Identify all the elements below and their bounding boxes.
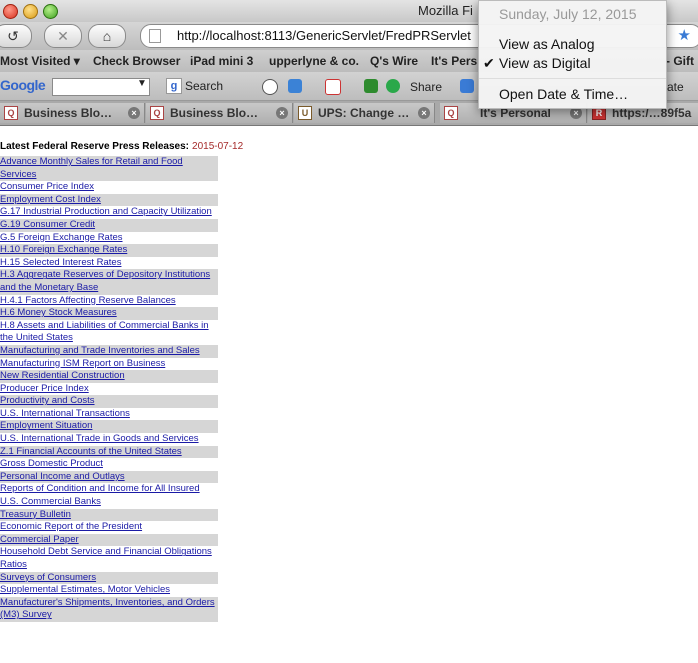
page-content: Latest Federal Reserve Press Releases: 20… [0, 126, 698, 663]
release-link[interactable]: U.S. International Transactions [0, 407, 218, 421]
release-link[interactable]: H.10 Foreign Exchange Rates [0, 244, 218, 257]
tab-business-blog-2[interactable]: Q Business Blo… × [146, 103, 293, 123]
zoom-window-button[interactable] [43, 4, 58, 19]
release-link[interactable]: Consumer Price Index [0, 181, 218, 194]
gmail-icon[interactable] [325, 79, 341, 95]
tab-favicon-icon: U [298, 106, 312, 120]
bookmark-most-visited[interactable]: Most Visited ▾ [0, 54, 80, 68]
release-link[interactable]: Advance Monthly Sales for Retail and Foo… [0, 156, 218, 182]
tab-favicon-icon: Q [4, 106, 18, 120]
menu-separator [479, 78, 666, 79]
release-link[interactable]: H.15 Selected Interest Rates [0, 256, 218, 270]
release-link[interactable]: Productivity and Costs [0, 395, 218, 408]
clock-icon[interactable] [262, 79, 278, 95]
tab-label: Business Blo… [24, 106, 113, 120]
releases-heading: Latest Federal Reserve Press Releases: 20… [0, 141, 243, 152]
release-list: Advance Monthly Sales for Retail and Foo… [0, 156, 218, 622]
release-link[interactable]: Supplemental Estimates, Motor Vehicles [0, 584, 218, 597]
tab-favicon-icon: Q [444, 106, 458, 120]
close-tab-icon[interactable]: × [418, 107, 430, 119]
tab-business-blog-1[interactable]: Q Business Blo… × [0, 103, 145, 123]
toolbar-right-label[interactable]: ate [667, 80, 684, 94]
bookmark-star-icon[interactable]: ★ [678, 26, 691, 44]
release-link[interactable]: H.3 Aggregate Reserves of Depository Ins… [0, 269, 218, 295]
stop-button[interactable]: ✕ [44, 24, 82, 48]
menu-item-open-date-time[interactable]: Open Date & Time… [499, 86, 628, 102]
close-window-button[interactable] [3, 4, 18, 19]
release-link[interactable]: G.19 Consumer Credit [0, 218, 218, 232]
release-link[interactable]: Employment Situation [0, 420, 218, 434]
tab-label: UPS: Change … [318, 106, 410, 120]
google-search-input[interactable] [52, 78, 150, 96]
bookmark-gift[interactable]: - Gift [666, 54, 694, 68]
home-button[interactable]: ⌂ [88, 24, 126, 48]
release-link[interactable]: Z.1 Financial Accounts of the United Sta… [0, 445, 218, 459]
calendar-icon[interactable] [364, 79, 378, 93]
release-link[interactable]: Household Debt Service and Financial Obl… [0, 546, 218, 572]
releases-date: 2015-07-12 [192, 141, 244, 152]
window-title: Mozilla Fi [418, 3, 473, 18]
menu-item-view-digital[interactable]: View as Digital [499, 55, 591, 71]
reload-icon: ↺ [7, 27, 19, 44]
release-link[interactable]: New Residential Construction [0, 370, 218, 383]
refresh-icon[interactable] [386, 79, 400, 93]
tab-ups[interactable]: U UPS: Change … × [294, 103, 435, 123]
release-link[interactable]: G.5 Foreign Exchange Rates [0, 231, 218, 245]
bookmark-ipad-mini[interactable]: iPad mini 3 [190, 54, 253, 68]
google-logo: Google [0, 77, 46, 93]
menu-item-view-analog[interactable]: View as Analog [499, 36, 594, 52]
reload-button[interactable]: ↺ [0, 24, 32, 48]
bookmark-qs-wire[interactable]: Q's Wire [370, 54, 418, 68]
release-link[interactable]: Commercial Paper [0, 533, 218, 547]
release-link[interactable]: U.S. International Trade in Goods and Se… [0, 433, 218, 446]
home-icon: ⌂ [102, 28, 112, 44]
tab-label: Business Blo… [170, 106, 259, 120]
release-link[interactable]: Treasury Bulletin [0, 508, 218, 522]
release-link[interactable]: Personal Income and Outlays [0, 470, 218, 484]
star-icon[interactable] [460, 79, 474, 93]
release-link[interactable]: Surveys of Consumers [0, 571, 218, 585]
checkmark-icon: ✔ [483, 55, 495, 71]
bookmark-upperlyne[interactable]: upperlyne & co. [269, 54, 359, 68]
bookmark-check-browser[interactable]: Check Browser [93, 54, 180, 68]
release-link[interactable]: Reports of Condition and Income for All … [0, 483, 218, 509]
menu-date-header: Sunday, July 12, 2015 [499, 6, 637, 22]
release-link[interactable]: Producer Price Index [0, 382, 218, 396]
release-link[interactable]: Employment Cost Index [0, 193, 218, 207]
release-link[interactable]: H.4.1 Factors Affecting Reserve Balances [0, 294, 218, 308]
bookmark-its-personal[interactable]: It's Pers [431, 54, 477, 68]
share-button[interactable]: Share [410, 80, 442, 94]
puzzle-icon[interactable] [288, 79, 302, 93]
url-text[interactable]: http://localhost:8113/GenericServlet/Fre… [177, 28, 471, 43]
clock-dropdown-menu: Sunday, July 12, 2015 View as Analog ✔ V… [478, 0, 667, 109]
google-g-icon: g [166, 78, 182, 94]
google-search-button[interactable]: g Search [166, 78, 223, 94]
release-link[interactable]: Gross Domestic Product [0, 458, 218, 471]
release-link[interactable]: H.8 Assets and Liabilities of Commercial… [0, 319, 218, 345]
release-link[interactable]: G.17 Industrial Production and Capacity … [0, 206, 218, 219]
page-icon [149, 29, 161, 43]
minimize-window-button[interactable] [23, 4, 38, 19]
release-link[interactable]: Manufacturer's Shipments, Inventories, a… [0, 596, 218, 622]
close-tab-icon[interactable]: × [276, 107, 288, 119]
stop-icon: ✕ [57, 27, 69, 44]
release-link[interactable]: H.6 Money Stock Measures [0, 307, 218, 320]
release-link[interactable]: Manufacturing and Trade Inventories and … [0, 344, 218, 358]
releases-title: Latest Federal Reserve Press Releases: [0, 141, 190, 152]
release-link[interactable]: Manufacturing ISM Report on Business [0, 357, 218, 371]
tab-favicon-icon: Q [150, 106, 164, 120]
chevron-down-icon[interactable]: ▼ [137, 78, 147, 89]
release-link[interactable]: Economic Report of the President [0, 521, 218, 534]
close-tab-icon[interactable]: × [128, 107, 140, 119]
search-label: Search [185, 79, 224, 93]
